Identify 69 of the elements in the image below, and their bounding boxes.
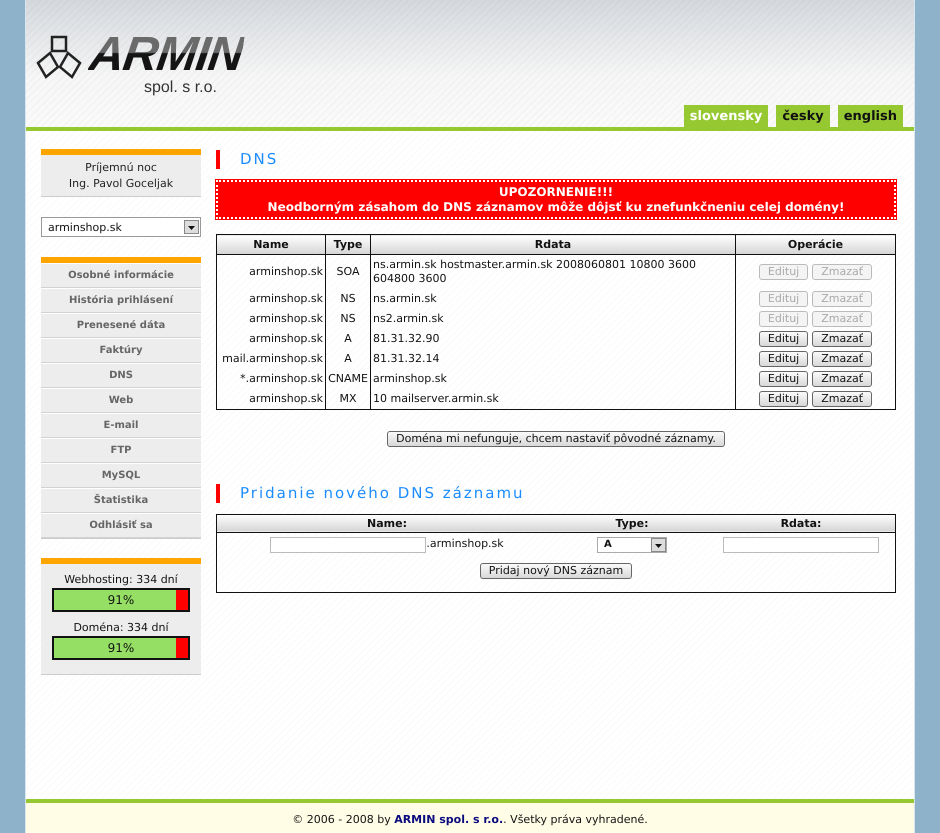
section-heading: DNS xyxy=(240,150,278,168)
table-cell: arminshop.sk xyxy=(216,288,326,308)
logo-subtitle: spol. s r.o. xyxy=(144,79,217,97)
language-tab[interactable]: english xyxy=(838,105,903,127)
reset-records-button[interactable]: Doména mi nefunguje, chcem nastaviť pôvodné záznamy. xyxy=(387,430,725,446)
type-select[interactable]: A xyxy=(597,536,667,552)
delete-button[interactable]: Zmazať xyxy=(812,370,872,386)
section-heading: Pridanie nového DNS záznamu xyxy=(240,484,525,502)
table-cell: CNAME xyxy=(326,368,370,388)
menu-item[interactable]: História prihlásení xyxy=(41,288,201,313)
user-name: Ing. Pavol Goceljak xyxy=(68,176,174,192)
menu-item[interactable]: Faktúry xyxy=(41,338,201,363)
edit-button[interactable]: Edituj xyxy=(758,330,808,346)
meter-label: Webhosting: 334 dní xyxy=(63,572,179,588)
table-cell: 81.31.32.90 xyxy=(370,328,736,348)
greeting-text: Príjemnú noc xyxy=(84,160,158,176)
column-header: Name: xyxy=(216,514,557,532)
table-cell: mail.arminshop.sk xyxy=(216,348,326,368)
column-header: Rdata xyxy=(370,234,736,254)
warning-text: Neodborným zásahom do DNS záznamov môže dôjsť ku znefunkčneniu celej domény! xyxy=(266,200,846,215)
menu-item[interactable]: Web xyxy=(41,388,201,413)
column-header: Type: xyxy=(557,514,707,532)
domain-suffix: .arminshop.sk xyxy=(426,536,504,550)
table-cell: arminshop.sk xyxy=(216,328,326,348)
column-header: Type xyxy=(326,234,370,254)
table-cell: arminshop.sk xyxy=(216,308,326,328)
table-cell: arminshop.sk xyxy=(216,388,326,409)
menu-item[interactable]: FTP xyxy=(41,438,201,463)
company-link[interactable]: ARMIN spol. s r.o. xyxy=(394,813,504,826)
table-cell: 81.31.32.14 xyxy=(370,348,736,368)
table-cell: *.arminshop.sk xyxy=(216,368,326,388)
delete-button[interactable]: Zmazať xyxy=(812,390,872,406)
table-cell: A xyxy=(326,328,370,348)
table-cell: NS xyxy=(326,308,370,328)
language-tab[interactable]: česky xyxy=(776,105,830,127)
column-header: Rdata: xyxy=(707,514,896,532)
table-cell: A xyxy=(326,348,370,368)
table-cell: ns2.armin.sk xyxy=(370,308,736,328)
menu-item[interactable]: MySQL xyxy=(41,463,201,488)
copyright-text: © 2006 - 2008 by ARMIN spol. s r.o.. Všetky práva vyhradené. xyxy=(292,813,648,826)
table-cell: 10 mailserver.armin.sk xyxy=(370,388,736,409)
warning-title: UPOZORNENIE!!! xyxy=(498,185,614,200)
table-cell: arminshop.sk xyxy=(216,254,326,288)
delete-button[interactable]: Zmazať xyxy=(812,350,872,366)
menu-item[interactable]: Prenesené dáta xyxy=(41,313,201,338)
table-cell: NS xyxy=(326,288,370,308)
menu-item[interactable]: E-mail xyxy=(41,413,201,438)
menu-item[interactable]: Štatistika xyxy=(41,488,201,513)
column-header: Operácie xyxy=(736,234,896,254)
add-record-button[interactable]: Pridaj nový DNS záznam xyxy=(480,562,632,578)
menu-item[interactable]: Odhlásiť sa xyxy=(41,513,201,538)
name-field[interactable] xyxy=(270,536,426,552)
domain-select[interactable]: arminshop.sk xyxy=(41,217,201,237)
rdata-field[interactable] xyxy=(723,536,879,552)
table-cell: ns.armin.sk xyxy=(370,288,736,308)
column-header: Name xyxy=(216,234,326,254)
menu-item[interactable]: DNS xyxy=(41,363,201,388)
table-cell: SOA xyxy=(326,254,370,288)
edit-button[interactable]: Edituj xyxy=(758,350,808,366)
delete-button[interactable]: Zmazať xyxy=(812,330,872,346)
meter-label: Doména: 334 dní xyxy=(72,620,170,636)
menu-item[interactable]: Osobné informácie xyxy=(41,263,201,288)
progress-reading: 91% xyxy=(106,593,136,607)
table-cell: arminshop.sk xyxy=(370,368,736,388)
table-cell: ns.armin.sk hostmaster.armin.sk 2008060801 10800 3600 604800 3600 xyxy=(370,254,736,288)
edit-button[interactable]: Edituj xyxy=(758,390,808,406)
edit-button[interactable]: Edituj xyxy=(758,370,808,386)
progress-reading: 91% xyxy=(106,641,136,655)
table-cell: MX xyxy=(326,388,370,409)
